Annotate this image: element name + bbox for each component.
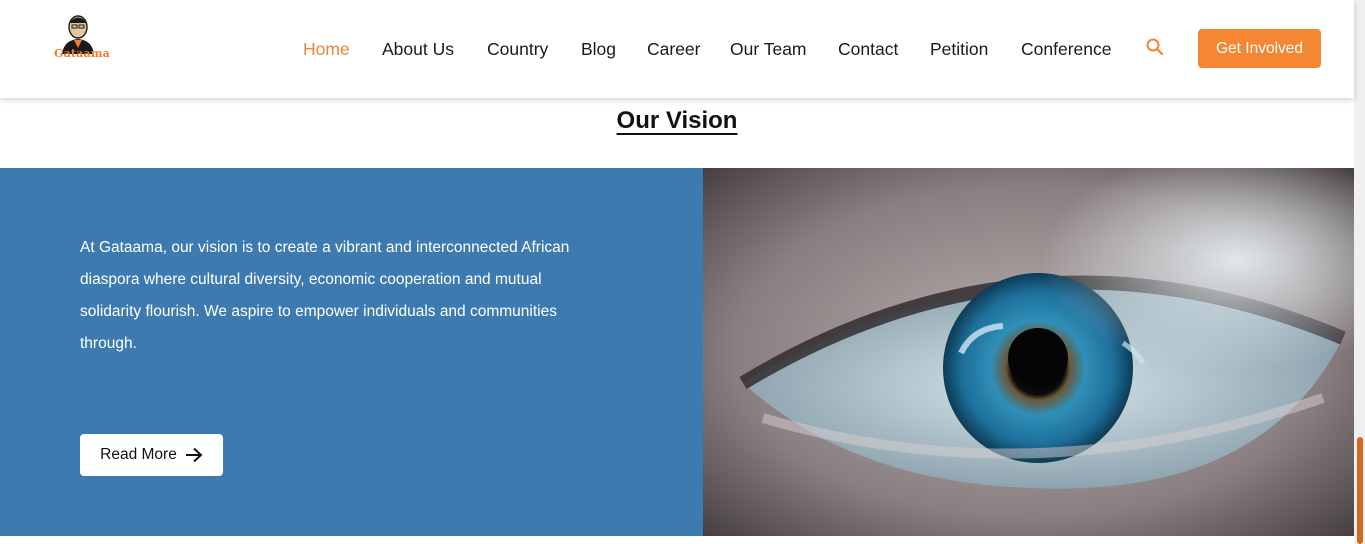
- site-header: Gataama Home About Us Country Blog Caree…: [0, 0, 1354, 98]
- vision-panel: At Gataama, our vision is to create a vi…: [0, 168, 703, 536]
- nav-item-contact[interactable]: Contact: [838, 38, 898, 60]
- nav-item-conference[interactable]: Conference: [1021, 38, 1111, 60]
- get-involved-button[interactable]: Get Involved: [1198, 29, 1321, 68]
- nav-item-career[interactable]: Career: [647, 38, 701, 60]
- read-more-label: Read More: [100, 446, 177, 463]
- eye-photo: [703, 168, 1354, 536]
- read-more-button[interactable]: Read More: [80, 434, 223, 476]
- scrollbar-thumb[interactable]: [1357, 437, 1363, 544]
- vision-text: At Gataama, our vision is to create a vi…: [80, 239, 570, 352]
- nav-item-home[interactable]: Home: [303, 38, 350, 60]
- nav-item-about-us[interactable]: About Us: [382, 38, 454, 60]
- search-icon[interactable]: [1145, 37, 1165, 57]
- nav-item-blog[interactable]: Blog: [581, 38, 616, 60]
- nav-item-petition[interactable]: Petition: [930, 38, 988, 60]
- nav-item-country[interactable]: Country: [487, 38, 548, 60]
- arrow-right-icon: [185, 447, 203, 463]
- brand-name: Gataama: [53, 47, 111, 60]
- section-title: Our Vision: [616, 107, 738, 134]
- nav-item-our-team[interactable]: Our Team: [730, 38, 807, 60]
